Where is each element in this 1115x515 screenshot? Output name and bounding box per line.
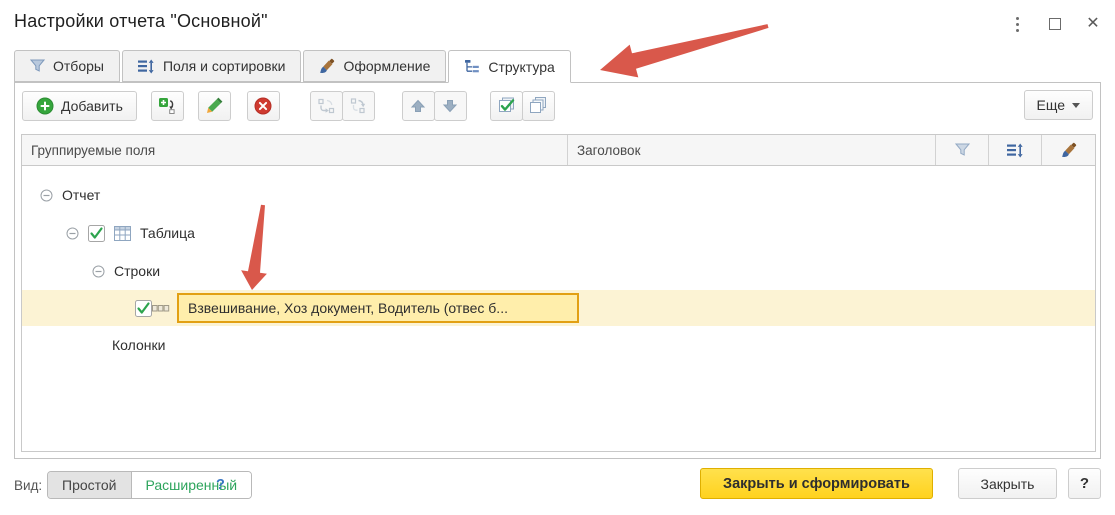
maximize-icon[interactable] — [1043, 12, 1067, 36]
structure-grid: Группируемые поля Заголовок — [21, 134, 1096, 452]
add-plus-icon — [36, 97, 54, 115]
check-all-icon — [497, 97, 516, 115]
tab-label: Поля и сортировки — [163, 58, 286, 74]
grid-header: Группируемые поля Заголовок — [22, 135, 1095, 166]
add-button[interactable]: Добавить — [22, 91, 137, 121]
column-header-sort[interactable] — [989, 135, 1042, 165]
tree-row-grouping-selected[interactable]: Взвешивание, Хоз документ, Водитель (отв… — [22, 290, 1095, 326]
chevron-down-icon — [1072, 103, 1080, 108]
add-group-button[interactable] — [151, 91, 184, 121]
move-up-button[interactable] — [402, 91, 435, 121]
add-button-label: Добавить — [61, 98, 123, 114]
group-icon — [317, 97, 335, 115]
tree-row-label: Отчет — [62, 187, 100, 203]
checkbox-checked[interactable] — [88, 225, 105, 242]
tab-fields-sorting[interactable]: Поля и сортировки — [122, 50, 302, 82]
tree-row-columns-section[interactable]: Колонки — [22, 326, 1095, 364]
ungroup-icon — [349, 97, 367, 115]
tab-bar: Отборы Поля и сортировки Оформление Стру… — [14, 50, 571, 82]
column-header-title[interactable]: Заголовок — [568, 135, 936, 165]
grouping-field-value[interactable]: Взвешивание, Хоз документ, Водитель (отв… — [177, 293, 579, 323]
window-controls: ✕ — [1005, 12, 1105, 36]
uncheck-all-icon — [529, 97, 548, 115]
tree-row-label: Колонки — [112, 337, 165, 353]
tab-label: Оформление — [343, 58, 430, 74]
sort-icon — [1007, 143, 1024, 158]
detail-records-icon — [152, 304, 170, 313]
edit-button[interactable] — [198, 91, 231, 121]
tab-filters[interactable]: Отборы — [14, 50, 120, 82]
fields-sort-icon — [138, 59, 155, 74]
collapse-icon[interactable] — [92, 265, 105, 278]
filter-icon — [955, 143, 970, 157]
more-button[interactable]: Еще — [1024, 90, 1094, 120]
column-header-appearance[interactable] — [1042, 135, 1095, 165]
page-title: Настройки отчета "Основной" — [14, 11, 268, 32]
tree-row-report[interactable]: Отчет — [22, 176, 1095, 214]
tab-appearance[interactable]: Оформление — [303, 50, 446, 82]
close-icon[interactable]: ✕ — [1081, 12, 1105, 36]
ungroup-button[interactable] — [342, 91, 375, 121]
filter-icon — [30, 59, 45, 73]
table-icon — [114, 226, 131, 241]
help-button[interactable]: ? — [1068, 468, 1101, 499]
tree-row-label: Таблица — [140, 225, 195, 241]
tab-label: Отборы — [53, 58, 104, 74]
delete-button[interactable] — [247, 91, 280, 121]
collapse-icon[interactable] — [40, 189, 53, 202]
tree-row-rows-section[interactable]: Строки — [22, 252, 1095, 290]
view-help-link[interactable]: ? — [216, 477, 225, 493]
view-simple-button[interactable]: Простой — [48, 472, 132, 498]
view-advanced-button[interactable]: Расширенный — [132, 472, 252, 498]
tree-row-label: Строки — [114, 263, 160, 279]
more-button-label: Еще — [1037, 97, 1066, 113]
menu-kebab-icon[interactable] — [1005, 12, 1029, 36]
appearance-icon — [1061, 142, 1077, 158]
column-header-filter[interactable] — [936, 135, 989, 165]
move-down-button[interactable] — [434, 91, 467, 121]
collapse-icon[interactable] — [66, 227, 79, 240]
annotation-arrow-structure-tab — [600, 24, 769, 77]
structure-tree: Отчет Таблица — [22, 166, 1095, 451]
uncheck-all-button[interactable] — [522, 91, 555, 121]
close-and-generate-button[interactable]: Закрыть и сформировать — [700, 468, 933, 499]
group-button[interactable] — [310, 91, 343, 121]
toolbar: Добавить — [22, 90, 1093, 121]
tab-label: Структура — [488, 59, 554, 75]
add-group-icon — [158, 97, 176, 115]
close-button[interactable]: Закрыть — [958, 468, 1057, 499]
delete-icon — [254, 97, 272, 115]
check-all-button[interactable] — [490, 91, 523, 121]
move-up-icon — [410, 98, 426, 114]
brush-icon — [319, 58, 335, 74]
report-settings-dialog: Настройки отчета "Основной" ✕ Отборы Пол… — [0, 0, 1115, 515]
move-down-icon — [442, 98, 458, 114]
tab-structure[interactable]: Структура — [448, 50, 570, 83]
tree-row-table[interactable]: Таблица — [22, 214, 1095, 252]
structure-icon — [464, 59, 480, 74]
checkbox-checked[interactable] — [135, 300, 152, 317]
view-label: Вид: — [14, 478, 42, 493]
structure-panel: Добавить — [14, 82, 1101, 459]
column-header-grouped-fields[interactable]: Группируемые поля — [22, 135, 568, 165]
edit-pencil-icon — [206, 97, 223, 114]
